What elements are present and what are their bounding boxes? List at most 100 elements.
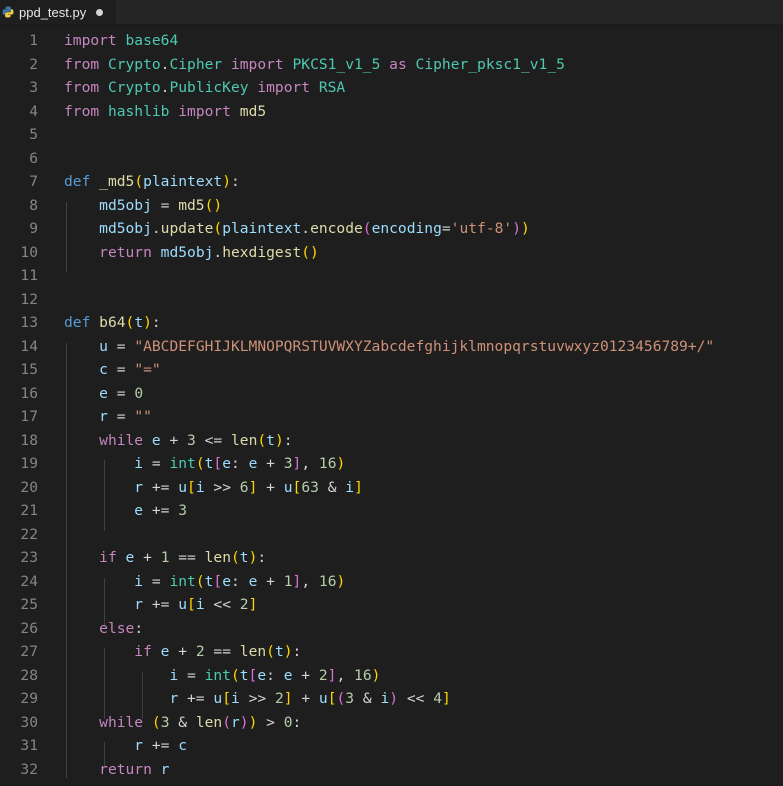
code-token: : xyxy=(231,455,249,472)
line-number: 5 xyxy=(29,126,38,143)
tab-ppd-test[interactable]: ppd_test.py xyxy=(0,0,116,24)
code-token: 2 xyxy=(195,643,205,660)
line-number: 10 xyxy=(20,243,38,261)
code-token: 16 xyxy=(354,666,372,684)
code-line[interactable]: 16 e = 0 xyxy=(0,382,783,406)
code-line[interactable]: 2 from Crypto.Cipher import PKCS1_v1_5 as… xyxy=(0,53,783,77)
code-token: 16 xyxy=(318,572,337,590)
code-token: i xyxy=(345,478,355,496)
code-token: md5obj xyxy=(99,220,152,237)
code-token: ( xyxy=(231,549,240,566)
code-token: hashlib xyxy=(107,102,170,120)
code-line[interactable]: 23 if e + 1 == len(t): xyxy=(0,546,783,570)
code-token: 3 xyxy=(345,690,355,707)
code-line[interactable]: 27 if e + 2 == len(t): xyxy=(0,640,783,664)
code-line[interactable]: 1 import base64 xyxy=(0,29,783,53)
code-token: : xyxy=(134,619,144,637)
code-token: : xyxy=(266,666,284,684)
code-token: "" xyxy=(134,408,152,425)
code-token: u xyxy=(178,596,188,613)
code-token: ( xyxy=(266,643,275,660)
code-token: len xyxy=(195,713,223,731)
code-line[interactable]: 10 return md5obj.hexdigest() xyxy=(0,241,783,265)
code-token: hexdigest xyxy=(222,243,302,261)
line-number: 2 xyxy=(29,55,38,73)
code-token: base64 xyxy=(125,32,179,49)
code-editor[interactable]: 1 import base64 2 from Crypto.Cipher import… xyxy=(0,26,783,786)
code-text: r += u[i >> 2] + u[(3 & i) << 4] xyxy=(64,687,450,711)
code-text: while (3 & len(r)) > 0: xyxy=(64,711,301,735)
code-text: r += u[i << 2] xyxy=(64,593,257,617)
code-token: << xyxy=(398,690,434,707)
code-line[interactable]: 31 r += c xyxy=(0,734,783,758)
code-token: 1 xyxy=(283,572,293,590)
code-line[interactable]: 19 i = int(t[e: e + 3], 16) xyxy=(0,452,783,476)
code-token: md5obj xyxy=(99,196,152,214)
code-token: if xyxy=(99,549,117,566)
code-line[interactable]: 4 from hashlib import md5 xyxy=(0,100,783,124)
code-line[interactable]: 21 e += 3 xyxy=(0,499,783,523)
code-line[interactable]: 9 md5obj.update(plaintext.encode(encodin… xyxy=(0,217,783,241)
code-line[interactable]: 24 i = int(t[e: e + 1], 16) xyxy=(0,570,783,594)
line-number: 18 xyxy=(20,431,38,449)
code-line[interactable]: 7 def _md5(plaintext): xyxy=(0,170,783,194)
code-line[interactable]: 20 r += u[i >> 6] + u[63 & i] xyxy=(0,476,783,500)
unsaved-dot-icon[interactable] xyxy=(96,8,104,16)
code-token: + xyxy=(257,478,284,496)
code-token: if xyxy=(134,643,152,660)
code-token: + xyxy=(292,666,319,684)
code-line[interactable]: 13 def b64(t): xyxy=(0,311,783,335)
code-line[interactable]: 8 md5obj = md5() xyxy=(0,194,783,218)
code-line[interactable]: 15 c = "=" xyxy=(0,358,783,382)
code-token: += xyxy=(143,596,179,613)
code-token: = xyxy=(178,666,205,684)
code-token: i xyxy=(169,666,179,684)
code-token: e xyxy=(283,666,293,684)
code-line[interactable]: 6 xyxy=(0,147,783,171)
code-token: ] xyxy=(248,596,258,613)
code-token: ( xyxy=(151,713,161,731)
code-token: t xyxy=(239,666,249,684)
code-line[interactable]: 11 xyxy=(0,264,783,288)
line-number: 14 xyxy=(20,337,38,355)
code-line[interactable]: 25 r += u[i << 2] xyxy=(0,593,783,617)
code-token: 2 xyxy=(239,596,249,613)
line-number: 22 xyxy=(20,525,38,543)
code-token: r xyxy=(160,760,170,778)
code-line[interactable]: 26 else: xyxy=(0,617,783,641)
line-number: 16 xyxy=(20,384,38,402)
code-token: e xyxy=(134,502,144,519)
code-token: & xyxy=(354,690,381,707)
code-token: ( xyxy=(336,690,346,707)
code-token: i xyxy=(134,455,144,472)
line-number: 25 xyxy=(20,596,38,613)
code-line[interactable]: 12 xyxy=(0,288,783,312)
code-line[interactable]: 32 return r xyxy=(0,758,783,782)
code-line[interactable]: 29 r += u[i >> 2] + u[(3 & i) << 4] xyxy=(0,687,783,711)
code-line[interactable]: 22 xyxy=(0,523,783,547)
code-text: import base64 xyxy=(64,29,178,53)
code-line[interactable]: 28 i = int(t[e: e + 2], 16) xyxy=(0,664,783,688)
code-line[interactable]: 5 xyxy=(0,123,783,147)
code-line[interactable]: 17 r = "" xyxy=(0,405,783,429)
code-token: i xyxy=(380,690,390,707)
code-line[interactable]: 3 from Crypto.PublicKey import RSA xyxy=(0,76,783,100)
code-token: << xyxy=(204,596,240,613)
code-token: ) xyxy=(283,643,293,660)
code-token: "=" xyxy=(134,361,161,378)
line-number: 21 xyxy=(20,502,38,519)
code-token: plaintext xyxy=(143,173,223,190)
code-line[interactable]: 18 while e + 3 <= len(t): xyxy=(0,429,783,453)
code-line[interactable]: 30 while (3 & len(r)) > 0: xyxy=(0,711,783,735)
code-text: r += u[i >> 6] + u[63 & i] xyxy=(64,476,363,500)
code-line[interactable]: 14 u = "ABCDEFGHIJKLMNOPQRSTUVWXYZabcdef… xyxy=(0,335,783,359)
code-token: ] xyxy=(292,572,302,590)
